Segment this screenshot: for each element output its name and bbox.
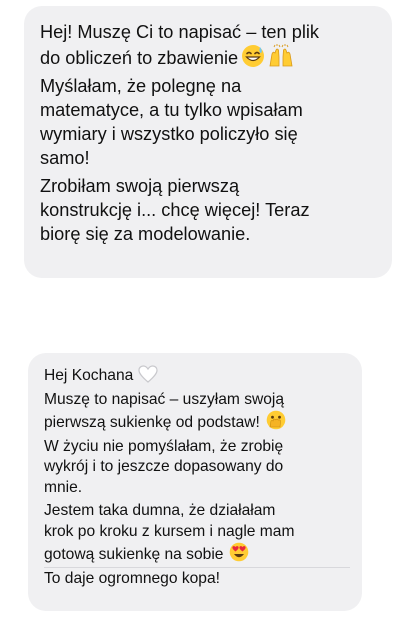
raised-hands-icon — [268, 44, 294, 68]
hand-over-mouth-icon — [266, 410, 286, 430]
chat-screenshot: Hej! Muszę Ci to napisać – ten plik do o… — [0, 0, 400, 644]
message-text-line: matematyce, a tu tylko wpisałam — [40, 100, 303, 120]
message-text-line: To daje ogromnego kopa! — [44, 569, 220, 587]
message-text-line: do obliczeń to zbawienie — [40, 44, 376, 70]
message-text-line: W życiu nie pomyślałam, że zrobię — [44, 437, 284, 455]
message-bubble: Hej! Muszę Ci to napisać – ten plik do o… — [24, 6, 392, 278]
heart-eyes-icon — [229, 542, 249, 562]
message-text-line: krok po kroku z kursem i nagle mam — [44, 522, 295, 540]
message-bubble: Hej Kochana Muszę to napisać – uszyłam s… — [28, 353, 362, 611]
message-text-line: gotową sukienkę na sobie — [44, 542, 348, 566]
divider — [44, 566, 350, 568]
message-text-line: Jestem taka dumna, że działałam — [44, 502, 276, 519]
message-text: pierwszą sukienkę od podstaw! — [44, 414, 260, 431]
message-text: Hej Kochana — [44, 367, 134, 384]
message-text-line: pierwszą sukienkę od podstaw! — [44, 410, 348, 434]
message-text-line: mnie. — [44, 478, 83, 496]
message-text-line: Muszę to napisać – uszyłam swoją — [44, 390, 285, 408]
message-text: gotową sukienkę na sobie — [44, 546, 224, 563]
message-text-line: konstrukcję i... chcę więcej! Teraz — [40, 200, 310, 220]
message-text-line: Hej! Muszę Ci to napisać – ten plik — [40, 22, 320, 42]
sweat-smile-icon — [241, 44, 265, 68]
message-text-line: samo! — [40, 148, 90, 168]
message-text: do obliczeń to zbawienie — [40, 48, 239, 68]
message-text-line: wymiary i wszystko policzyło się — [40, 124, 298, 144]
message-text-line: wykrój i to jeszcze dopasowany do — [44, 458, 284, 475]
message-greeting: Hej Kochana — [44, 365, 348, 387]
message-text-line: Zrobiłam swoją pierwszą — [40, 176, 240, 196]
message-text-line: Myślałam, że polegnę na — [40, 76, 242, 96]
white-heart-icon — [138, 365, 158, 383]
message-text-line: biorę się za modelowanie. — [40, 224, 251, 244]
